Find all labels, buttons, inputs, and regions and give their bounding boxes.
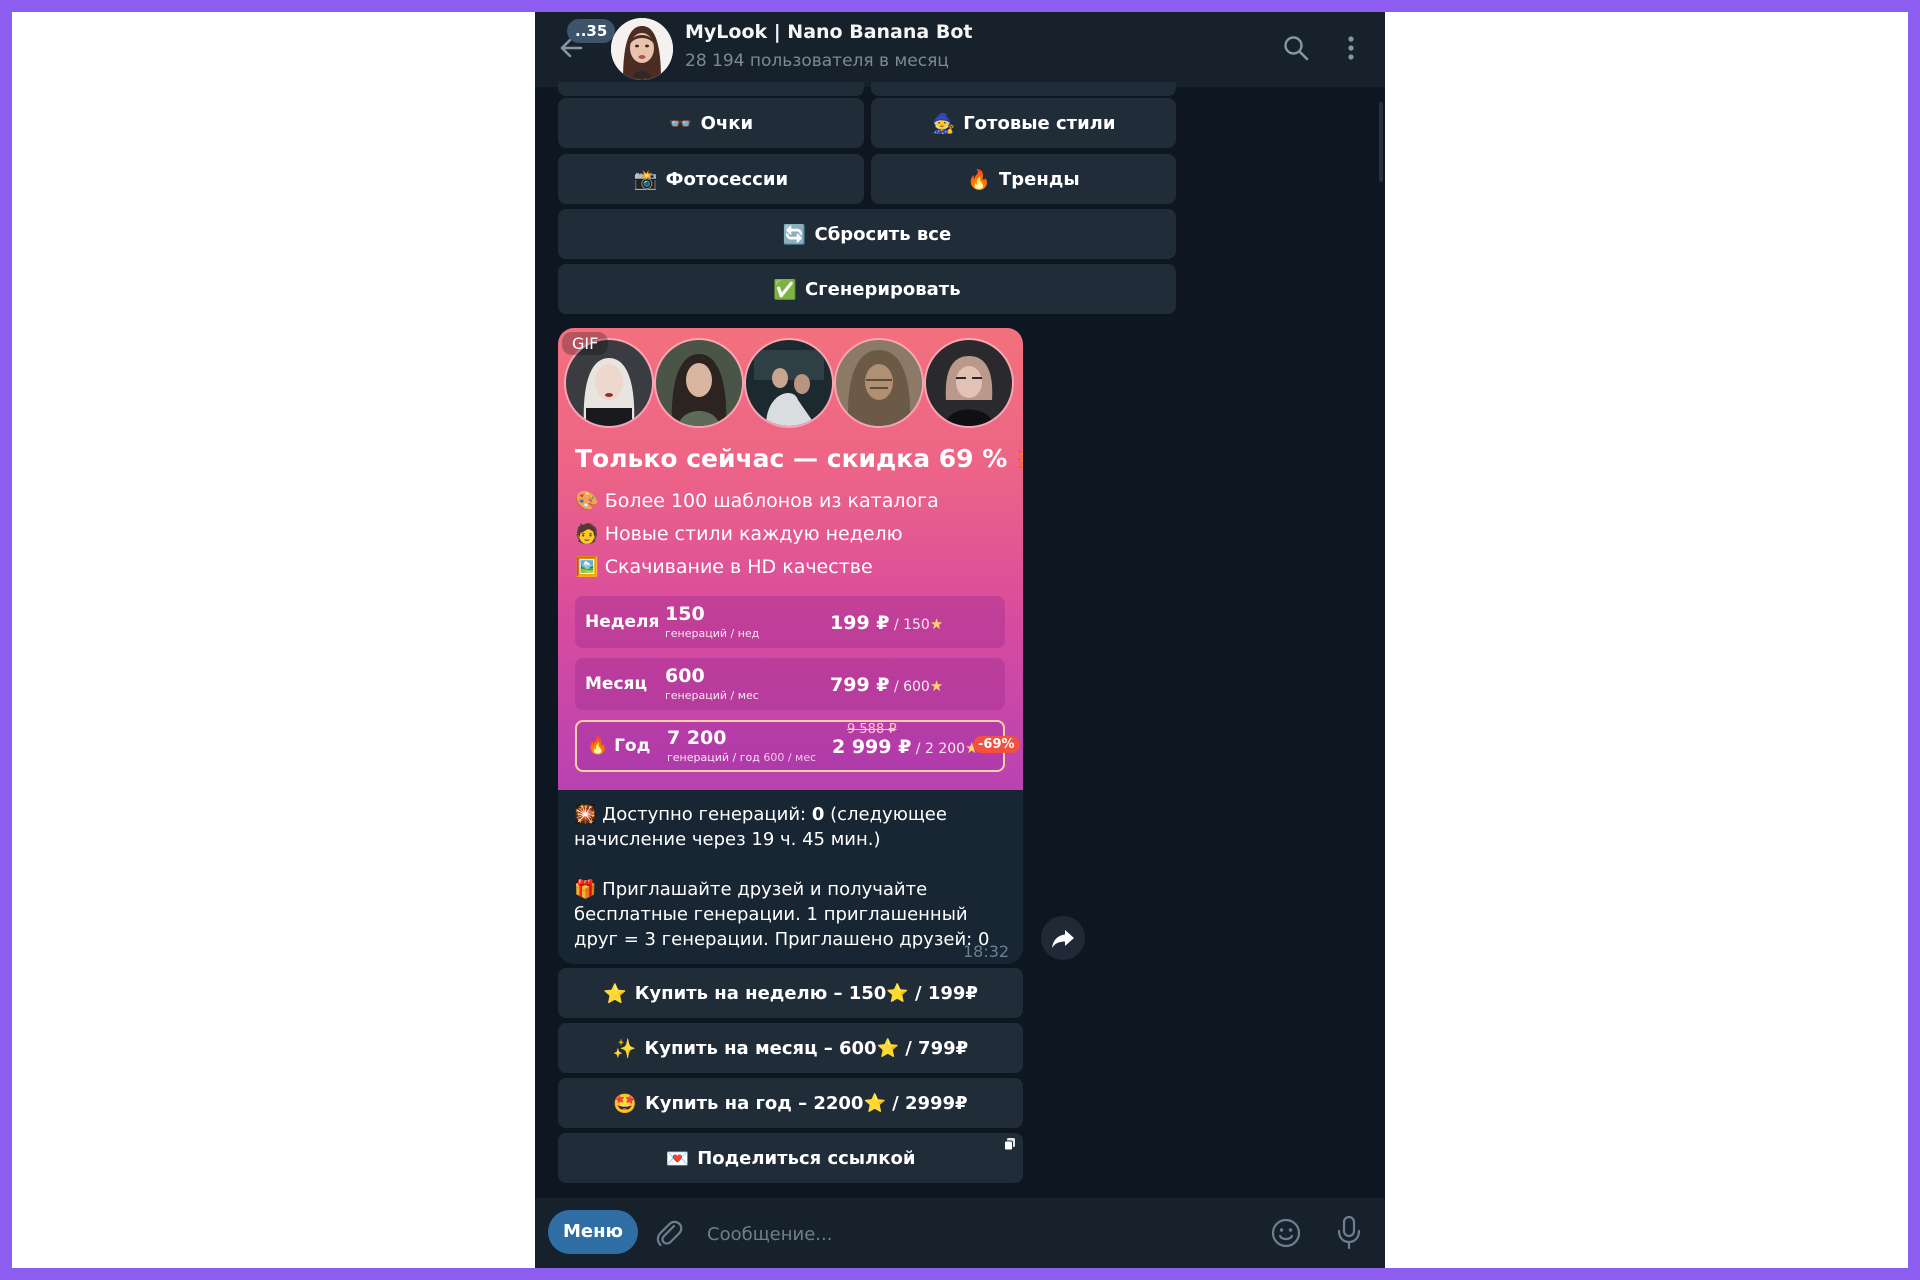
reset-all-button-label: Сбросить все bbox=[814, 223, 952, 245]
portrait-thumbnail bbox=[834, 338, 924, 428]
message-input-bar: Меню bbox=[535, 1198, 1385, 1268]
telegram-chat-window: ..35 MyLook | Nano Banana Bot 28 194 пол… bbox=[535, 12, 1385, 1268]
portrait-thumbnail bbox=[744, 338, 834, 428]
keyboard-button-partial-left[interactable] bbox=[558, 82, 864, 96]
chat-title[interactable]: MyLook | Nano Banana Bot bbox=[685, 21, 972, 43]
available-generations-text: 🎇 Доступно генераций: 0 (следующее начис… bbox=[574, 804, 947, 850]
ready-styles-button[interactable]: 🧙 Готовые стили bbox=[871, 98, 1176, 148]
buy-year-button[interactable]: 🤩 Купить на год – 2200⭐ / 2999₽ bbox=[558, 1078, 1023, 1128]
promo-title: Только сейчас — скидка 69 % 💥 bbox=[575, 444, 1023, 473]
trends-button[interactable]: 🔥 Тренды bbox=[871, 154, 1176, 204]
bot-message: GIF Только сейчас — скидка 69 % 🎨 Более … bbox=[558, 328, 1023, 964]
buy-year-button-label: Купить на год – 2200⭐ / 2999₽ bbox=[645, 1092, 968, 1114]
plan-week: Неделя 150 генераций / нед 199 ₽ / 150★ bbox=[575, 596, 1005, 648]
glasses-button-label: Очки bbox=[700, 112, 754, 134]
plan-year: 🔥 Год 7 200 генераций / год 600 / мес 9 … bbox=[575, 720, 1020, 772]
portrait-thumbnail bbox=[654, 338, 744, 428]
old-price: 9 588 ₽ bbox=[847, 722, 897, 737]
share-link-button-label: Поделиться ссылкой bbox=[697, 1147, 916, 1169]
paperclip-icon[interactable] bbox=[652, 1216, 686, 1250]
glasses-button[interactable]: 👓 Очки bbox=[558, 98, 864, 148]
check-mark-icon: ✅ bbox=[773, 278, 798, 301]
search-icon[interactable] bbox=[1281, 33, 1311, 63]
promo-gif[interactable]: GIF Только сейчас — скидка 69 % 🎨 Более … bbox=[558, 328, 1023, 790]
unread-badge: ..35 bbox=[567, 19, 616, 43]
sparkles-icon: ✨ bbox=[612, 1037, 637, 1060]
bot-avatar[interactable] bbox=[611, 18, 673, 80]
palette-icon: 🎨 bbox=[575, 490, 599, 512]
mage-icon: 🧙 bbox=[931, 112, 956, 135]
sparkler-icon: 🎇 bbox=[574, 804, 597, 825]
message-input[interactable] bbox=[705, 1213, 1209, 1255]
star-icon: ★ bbox=[929, 615, 944, 633]
explosion-icon: 💥 bbox=[1016, 448, 1023, 472]
star-icon: ⭐ bbox=[603, 982, 627, 1005]
star-struck-icon: 🤩 bbox=[613, 1092, 638, 1115]
glasses-icon: 👓 bbox=[668, 112, 693, 135]
generate-button[interactable]: ✅ Сгенерировать bbox=[558, 264, 1176, 314]
ready-styles-button-label: Готовые стили bbox=[963, 112, 1116, 134]
trends-button-label: Тренды bbox=[999, 168, 1080, 190]
refresh-icon: 🔄 bbox=[782, 223, 807, 246]
camera-flash-icon: 📸 bbox=[633, 168, 658, 191]
fire-icon: 🔥 bbox=[967, 168, 992, 191]
keyboard-button-partial-right[interactable] bbox=[871, 82, 1176, 96]
copy-icon bbox=[1004, 1138, 1015, 1151]
feature-line: 🖼️ Скачивание в HD качестве bbox=[575, 556, 873, 578]
microphone-icon[interactable] bbox=[1332, 1214, 1366, 1250]
gif-label: GIF bbox=[562, 332, 609, 355]
photoshoots-button[interactable]: 📸 Фотосессии bbox=[558, 154, 864, 204]
portrait-thumbnail bbox=[924, 338, 1014, 428]
chat-scrollbar[interactable] bbox=[1379, 102, 1383, 182]
message-time: 18:32 bbox=[963, 942, 1010, 961]
generate-button-label: Сгенерировать bbox=[805, 278, 961, 300]
buy-week-button-label: Купить на неделю – 150⭐ / 199₽ bbox=[634, 982, 978, 1004]
plan-month: Месяц 600 генераций / мес 799 ₽ / 600★ bbox=[575, 658, 1005, 710]
avatar-portrait-image bbox=[611, 18, 673, 80]
buy-week-button[interactable]: ⭐ Купить на неделю – 150⭐ / 199₽ bbox=[558, 968, 1023, 1018]
love-letter-icon: 💌 bbox=[665, 1147, 690, 1170]
photoshoots-button-label: Фотосессии bbox=[665, 168, 789, 190]
buy-month-button-label: Купить на месяц – 600⭐ / 799₽ bbox=[644, 1037, 969, 1059]
forward-icon[interactable] bbox=[1041, 916, 1085, 960]
feature-line: 🧑 Новые стили каждую неделю bbox=[575, 523, 903, 545]
share-link-button[interactable]: 💌 Поделиться ссылкой bbox=[558, 1133, 1023, 1183]
reset-all-button[interactable]: 🔄 Сбросить все bbox=[558, 209, 1176, 259]
star-icon: ★ bbox=[929, 677, 944, 695]
smiley-icon[interactable] bbox=[1269, 1216, 1303, 1250]
menu-button[interactable]: Меню bbox=[548, 1210, 638, 1254]
person-icon: 🧑 bbox=[575, 523, 599, 545]
chat-subtitle: 28 194 пользователя в месяц bbox=[685, 51, 949, 71]
chat-header: ..35 MyLook | Nano Banana Bot 28 194 пол… bbox=[535, 12, 1385, 87]
invite-friends-text: 🎁 Приглашайте друзей и получайте бесплат… bbox=[574, 879, 990, 950]
feature-line: 🎨 Более 100 шаблонов из каталога bbox=[575, 490, 939, 512]
vertical-dots-icon[interactable] bbox=[1336, 33, 1366, 63]
buy-month-button[interactable]: ✨ Купить на месяц – 600⭐ / 799₽ bbox=[558, 1023, 1023, 1073]
discount-badge: -69% bbox=[973, 736, 1020, 753]
gift-icon: 🎁 bbox=[574, 879, 597, 900]
picture-icon: 🖼️ bbox=[575, 556, 599, 578]
